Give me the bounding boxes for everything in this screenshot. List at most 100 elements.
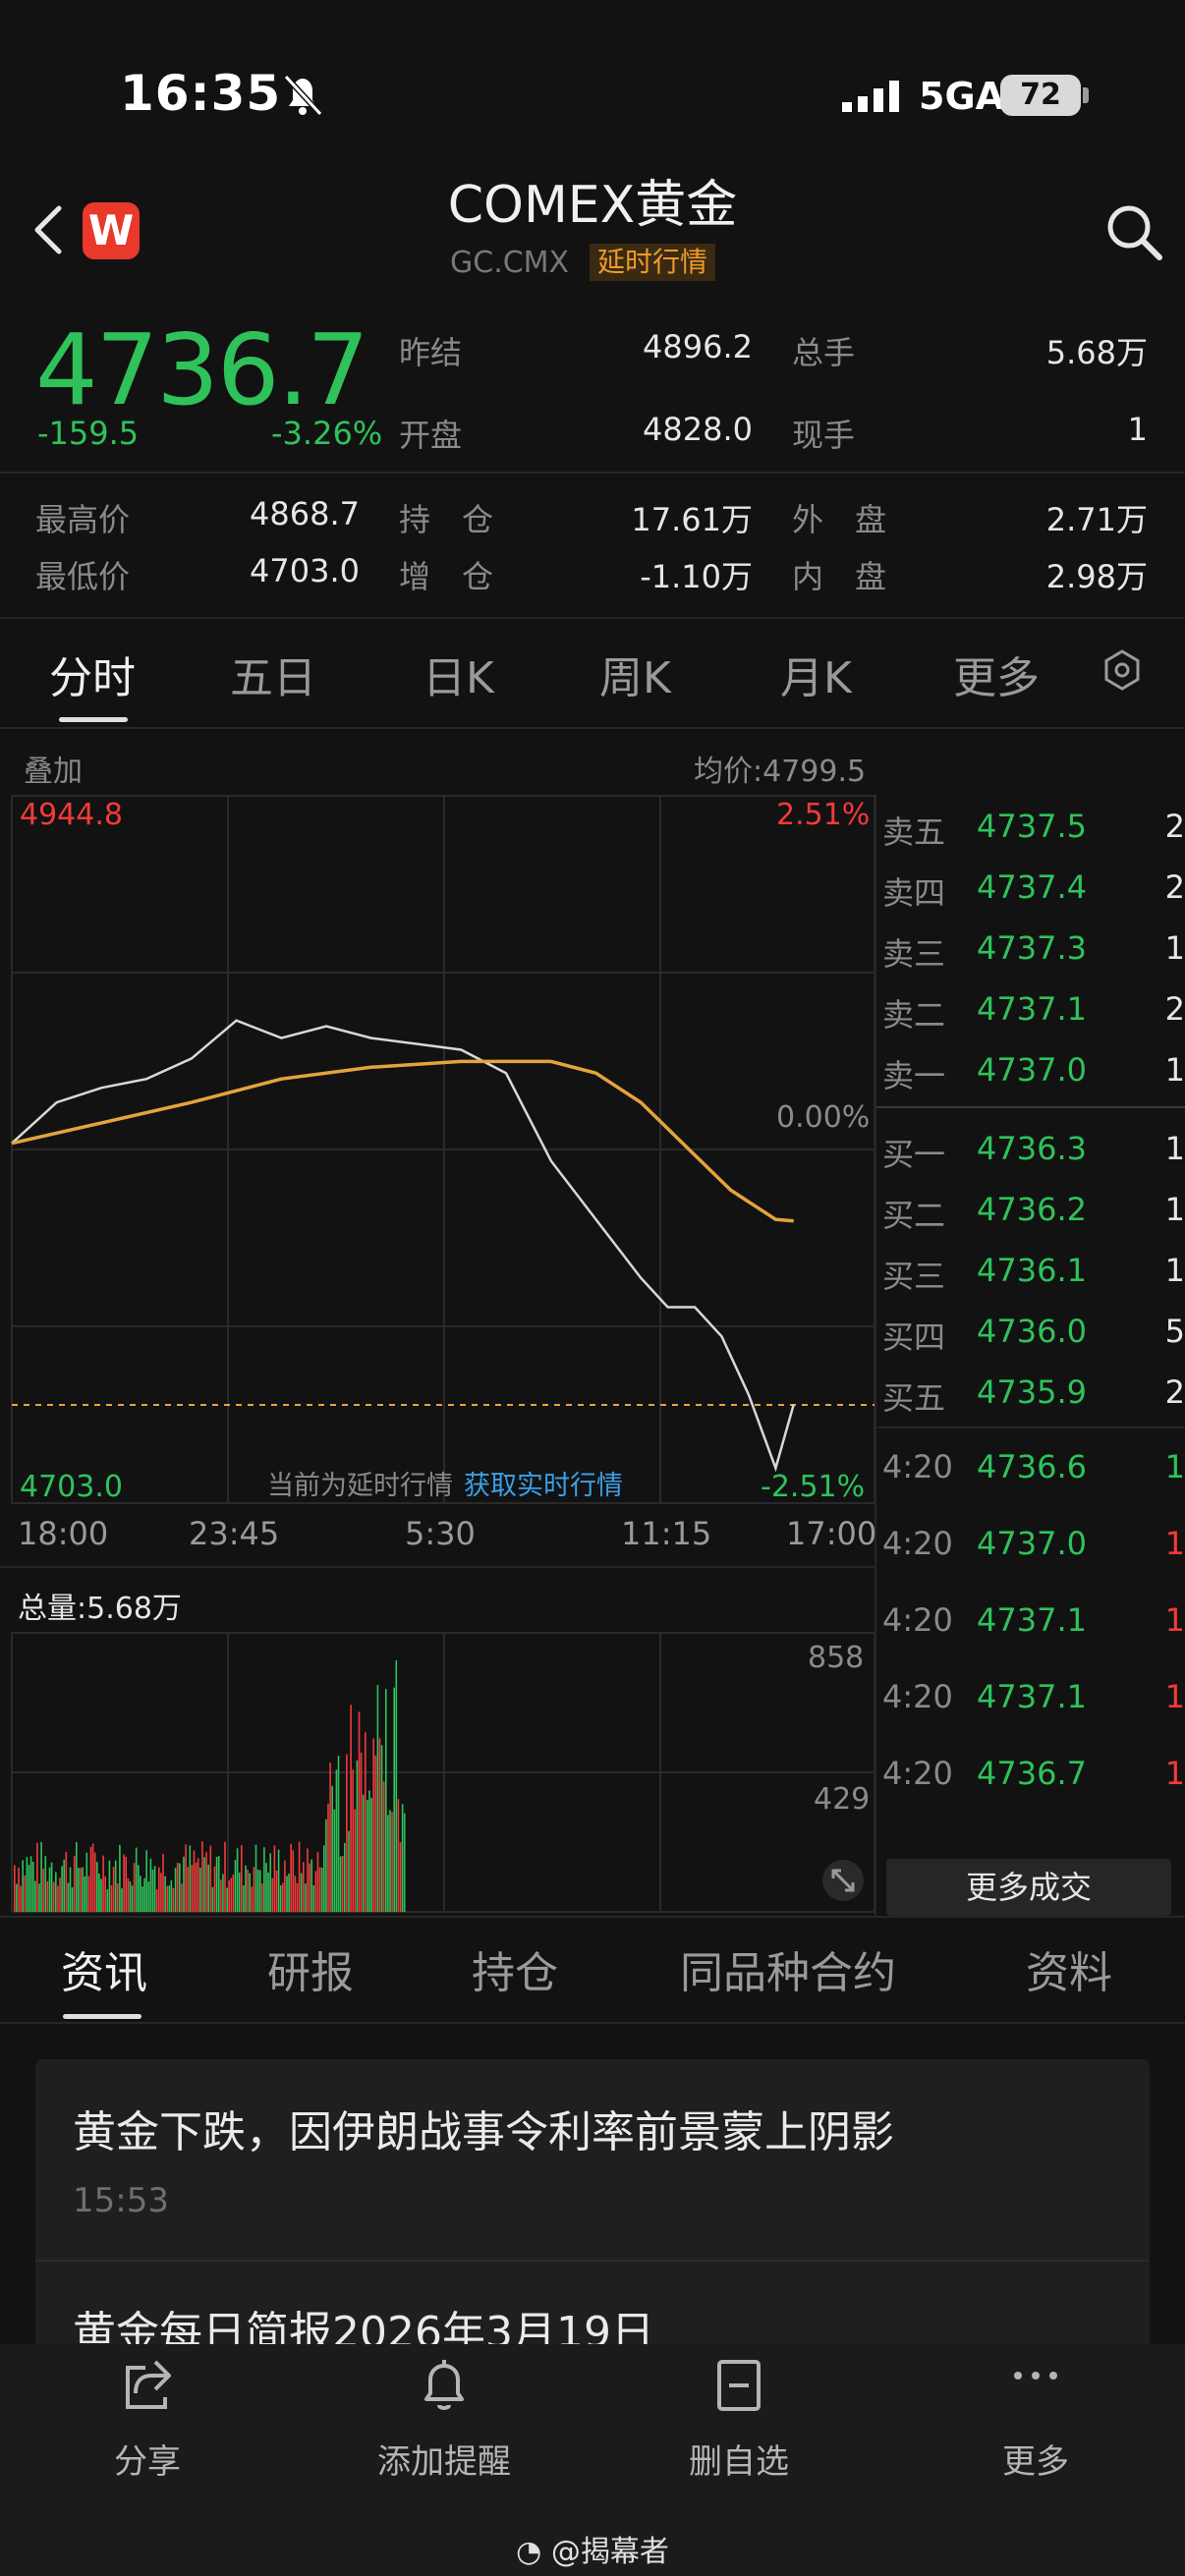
add-alert-button[interactable]: 添加提醒 bbox=[326, 2354, 562, 2483]
more-button[interactable]: 更多 bbox=[918, 2354, 1154, 2483]
tab-weekly-k[interactable]: 周K bbox=[599, 643, 671, 705]
volume-bar bbox=[300, 1873, 303, 1912]
volume-bar bbox=[164, 1876, 166, 1912]
last-price: 4736.7 bbox=[35, 312, 369, 427]
overlay-button[interactable]: 叠加 bbox=[24, 747, 83, 790]
volume-bar bbox=[193, 1850, 196, 1912]
stat-value: 2.98万 bbox=[1045, 558, 1148, 595]
divider bbox=[0, 617, 1185, 619]
volume-bar bbox=[162, 1854, 164, 1912]
x-tick: 18:00 bbox=[18, 1515, 109, 1552]
volume-bar bbox=[344, 1842, 346, 1912]
trade-price: 4737.1 bbox=[977, 1678, 1087, 1715]
volume-bar bbox=[82, 1867, 84, 1912]
chart-settings-icon[interactable] bbox=[1100, 648, 1144, 692]
volume-bar bbox=[249, 1873, 251, 1912]
tab-related-contracts[interactable]: 同品种合约 bbox=[680, 1937, 896, 2000]
stat-value: 1 bbox=[1127, 411, 1148, 448]
volume-bar bbox=[368, 1790, 370, 1912]
search-icon[interactable] bbox=[1102, 200, 1165, 263]
trade-row: 4:20 4736.6 1 bbox=[876, 1428, 1185, 1505]
volume-bar bbox=[102, 1855, 104, 1912]
volume-bar bbox=[329, 1763, 331, 1912]
volume-bar bbox=[305, 1883, 307, 1912]
realtime-quote-link[interactable]: 获取实时行情 bbox=[464, 1464, 623, 1502]
ask-label: 卖二 bbox=[882, 996, 946, 1034]
ask-price: 4737.1 bbox=[977, 990, 1087, 1028]
tab-intraday[interactable]: 分时 bbox=[49, 643, 136, 705]
volume-bar bbox=[348, 1830, 350, 1912]
symbol-code: GC.CMX bbox=[450, 246, 570, 280]
trade-price: 4737.0 bbox=[977, 1525, 1087, 1562]
divider bbox=[0, 1916, 1185, 1918]
chart-bottom-price: 4703.0 bbox=[20, 1470, 123, 1504]
tab-positions[interactable]: 持仓 bbox=[472, 1937, 558, 2000]
tab-news[interactable]: 资讯 bbox=[61, 1937, 147, 2000]
volume-bar bbox=[78, 1868, 80, 1912]
stat-value: 4703.0 bbox=[250, 552, 360, 589]
volume-bar bbox=[236, 1848, 239, 1912]
tab-daily-k[interactable]: 日K bbox=[423, 643, 494, 705]
price-line bbox=[11, 1019, 795, 1473]
tab-profile[interactable]: 资料 bbox=[1026, 1937, 1112, 2000]
volume-bar bbox=[292, 1850, 295, 1912]
news-item-time: 15:53 bbox=[73, 2181, 169, 2220]
volume-bar bbox=[145, 1850, 147, 1912]
tab-more[interactable]: 更多 bbox=[953, 643, 1040, 705]
bid-qty: 1 bbox=[1164, 1252, 1185, 1289]
volume-bar bbox=[226, 1887, 228, 1912]
fullscreen-icon[interactable] bbox=[821, 1859, 865, 1902]
news-tab-indicator bbox=[63, 2014, 141, 2019]
more-trades-button[interactable]: 更多成交 bbox=[886, 1859, 1171, 1916]
volume-bar bbox=[286, 1876, 288, 1912]
volume-bar bbox=[254, 1844, 257, 1912]
volume-bar bbox=[125, 1856, 127, 1912]
volume-bar bbox=[29, 1856, 32, 1912]
tab-five-day[interactable]: 五日 bbox=[230, 643, 316, 705]
intraday-price-chart[interactable] bbox=[10, 794, 876, 1505]
volume-bar bbox=[138, 1865, 140, 1912]
volume-bar bbox=[76, 1842, 78, 1912]
volume-bar bbox=[228, 1880, 230, 1912]
volume-bar bbox=[117, 1883, 119, 1912]
weibo-icon: ◔ bbox=[516, 2535, 542, 2569]
tab-research[interactable]: 研报 bbox=[267, 1937, 354, 2000]
volume-bar bbox=[52, 1881, 55, 1912]
bid-row: 买一 4736.3 1 bbox=[876, 1118, 1185, 1179]
share-button[interactable]: 分享 bbox=[29, 2354, 265, 2483]
volume-bar bbox=[42, 1869, 44, 1912]
volume-bar bbox=[73, 1855, 76, 1912]
volume-bar bbox=[215, 1857, 218, 1912]
volume-bar bbox=[189, 1845, 192, 1912]
volume-bar bbox=[333, 1809, 336, 1912]
volume-bar bbox=[187, 1867, 189, 1912]
average-price-line bbox=[11, 1059, 794, 1223]
volume-bar bbox=[87, 1876, 90, 1912]
trade-qty: 1 bbox=[1164, 1755, 1185, 1792]
volume-bar bbox=[50, 1862, 53, 1912]
volume-chart[interactable] bbox=[10, 1631, 876, 1914]
volume-bar bbox=[378, 1738, 381, 1912]
volume-bar bbox=[247, 1870, 249, 1912]
volume-bar bbox=[46, 1880, 49, 1912]
volume-bar bbox=[176, 1863, 179, 1912]
chart-top-pct: 2.51% bbox=[776, 798, 871, 832]
volume-bar bbox=[168, 1885, 171, 1912]
volume-bar bbox=[129, 1880, 132, 1912]
stat-value: 2.71万 bbox=[1045, 501, 1148, 538]
stat-label: 增 仓 bbox=[399, 558, 494, 595]
volume-bar bbox=[85, 1852, 88, 1912]
remove-watchlist-button[interactable]: 删自选 bbox=[621, 2354, 857, 2483]
volume-bar bbox=[232, 1874, 235, 1912]
volume-bar bbox=[335, 1769, 338, 1912]
volume-bar bbox=[238, 1873, 241, 1912]
trade-row: 4:20 4736.7 1 bbox=[876, 1735, 1185, 1812]
delay-badge: 延时行情 bbox=[590, 244, 716, 281]
volume-bar bbox=[367, 1800, 368, 1912]
x-tick: 17:00 bbox=[786, 1515, 877, 1552]
news-item-title[interactable]: 黄金下跌，因伊朗战事令利率前景蒙上阴影 bbox=[73, 2097, 894, 2159]
divider bbox=[0, 1566, 876, 1568]
tab-monthly-k[interactable]: 月K bbox=[780, 643, 852, 705]
volume-bar bbox=[149, 1858, 152, 1912]
volume-bar bbox=[201, 1841, 203, 1912]
